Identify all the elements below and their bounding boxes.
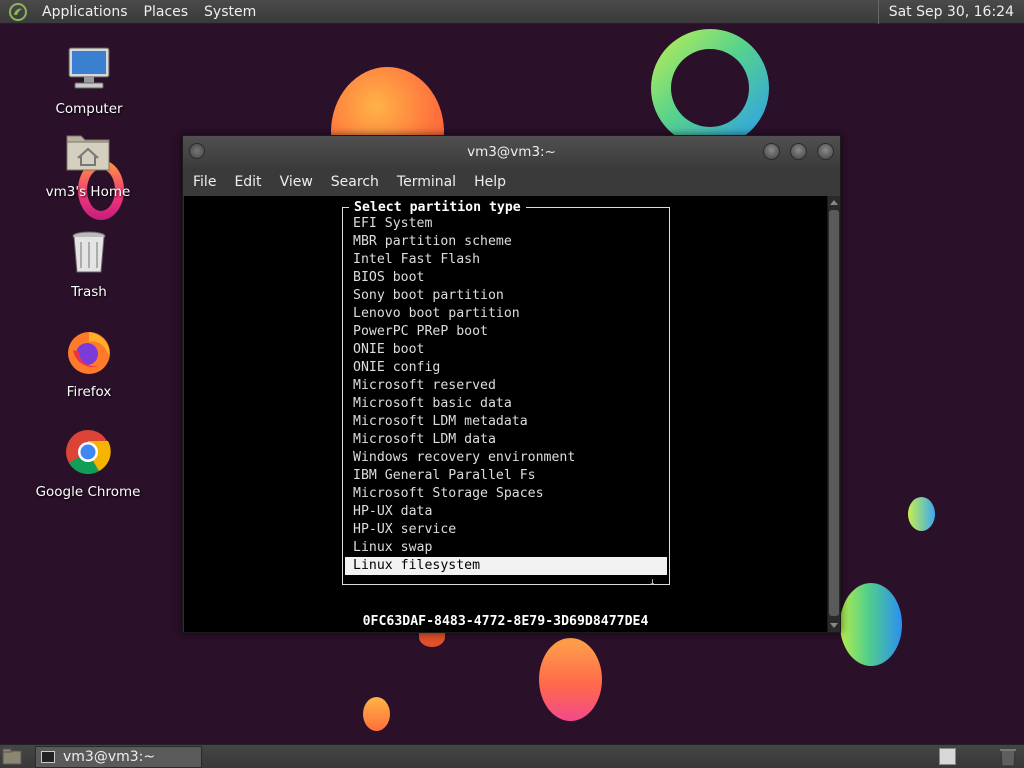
applications-menu[interactable]: Applications [34, 0, 136, 24]
desktop-icon-chrome[interactable]: Google Chrome [33, 428, 143, 500]
partition-type-option[interactable]: Linux filesystem [345, 557, 667, 575]
trash-applet-icon[interactable] [996, 747, 1020, 767]
show-desktop-icon[interactable] [2, 748, 22, 766]
menu-search[interactable]: Search [323, 168, 387, 196]
partition-type-option[interactable]: EFI System [345, 215, 667, 233]
home-folder-icon [66, 135, 110, 171]
partition-type-dialog: Select partition type EFI System MBR part… [342, 199, 670, 588]
window-menu-icon[interactable] [189, 143, 205, 159]
partition-type-option[interactable]: PowerPC PReP boot [345, 323, 667, 341]
desktop-icon-label: Google Chrome [35, 484, 141, 500]
scroll-down-arrow-icon[interactable] [830, 623, 838, 628]
menu-help[interactable]: Help [466, 168, 514, 196]
taskbar-terminal-button[interactable]: vm3@vm3:~ [35, 746, 202, 768]
partition-type-option[interactable]: ONIE boot [345, 341, 667, 359]
scroll-down-indicator: ↓ [649, 575, 656, 588]
bottom-panel: vm3@vm3:~ [0, 744, 1024, 768]
menu-file[interactable]: File [185, 168, 224, 196]
desktop-icon-label: Firefox [66, 384, 112, 400]
menu-terminal[interactable]: Terminal [389, 168, 464, 196]
partition-type-option[interactable]: Intel Fast Flash [345, 251, 667, 269]
wallpaper-shape [539, 638, 602, 721]
trash-icon [72, 231, 106, 273]
system-menu[interactable]: System [196, 0, 264, 24]
partition-type-option[interactable]: Linux swap [345, 539, 667, 557]
wallpaper-ring [651, 29, 769, 147]
partition-type-option[interactable]: Microsoft basic data [345, 395, 667, 413]
partition-type-option[interactable]: Microsoft LDM data [345, 431, 667, 449]
partition-type-option[interactable]: BIOS boot [345, 269, 667, 287]
partition-type-option[interactable]: Microsoft LDM metadata [345, 413, 667, 431]
partition-type-option[interactable]: HP-UX data [345, 503, 667, 521]
partition-type-option[interactable]: MBR partition scheme [345, 233, 667, 251]
window-titlebar[interactable]: vm3@vm3:~ [183, 136, 840, 168]
partition-type-option[interactable]: ONIE config [345, 359, 667, 377]
taskbar-task-label: vm3@vm3:~ [63, 749, 156, 765]
partition-type-option[interactable]: HP-UX service [345, 521, 667, 539]
firefox-icon [68, 332, 110, 374]
clock[interactable]: Sat Sep 30, 16:24 [877, 0, 1024, 24]
partition-type-option[interactable]: Microsoft Storage Spaces [345, 485, 667, 503]
partition-type-list: EFI System MBR partition scheme Intel Fast… [345, 215, 667, 575]
scroll-up-arrow-icon[interactable] [830, 200, 838, 205]
terminal-area[interactable]: Select partition type EFI System MBR part… [184, 196, 827, 632]
terminal-scrollbar[interactable] [827, 196, 840, 632]
scrollbar-thumb[interactable] [829, 210, 839, 616]
wallpaper-shape [363, 697, 390, 731]
partition-type-option[interactable]: IBM General Parallel Fs [345, 467, 667, 485]
places-menu[interactable]: Places [136, 0, 197, 24]
close-button[interactable] [817, 143, 834, 160]
menu-edit[interactable]: Edit [226, 168, 269, 196]
computer-icon [68, 47, 110, 89]
menu-view[interactable]: View [272, 168, 321, 196]
partition-type-option[interactable]: Microsoft reserved [345, 377, 667, 395]
desktop-icon-firefox[interactable]: Firefox [34, 328, 144, 400]
chrome-icon [66, 430, 111, 474]
terminal-menubar: File Edit View Search Terminal Help [183, 168, 840, 196]
window-title: vm3@vm3:~ [467, 144, 556, 160]
partition-type-option[interactable]: Windows recovery environment [345, 449, 667, 467]
desktop-icon-home[interactable]: vm3's Home [33, 128, 143, 200]
top-panel: Applications Places System Sat Sep 30, 1… [0, 0, 1024, 24]
terminal-window: vm3@vm3:~ File Edit View Search Terminal… [182, 135, 841, 633]
wallpaper-shape [840, 583, 902, 666]
partition-type-option[interactable]: Lenovo boot partition [345, 305, 667, 323]
maximize-button[interactable] [790, 143, 807, 160]
mate-logo-icon[interactable] [8, 2, 28, 22]
desktop-icon-trash[interactable]: Trash [34, 228, 144, 300]
desktop-icon-label: vm3's Home [45, 184, 131, 200]
workspace-switcher[interactable] [939, 748, 956, 765]
terminal-icon [41, 751, 55, 763]
partition-type-option[interactable]: Sony boot partition [345, 287, 667, 305]
desktop-icon-label: Computer [55, 101, 123, 117]
desktop-icon-computer[interactable]: Computer [34, 45, 144, 117]
minimize-button[interactable] [763, 143, 780, 160]
partition-type-guid: 0FC63DAF-8483-4772-8E79-3D69D8477DE4 [362, 614, 649, 629]
desktop-icon-label: Trash [71, 284, 107, 300]
wallpaper-shape [908, 497, 935, 531]
